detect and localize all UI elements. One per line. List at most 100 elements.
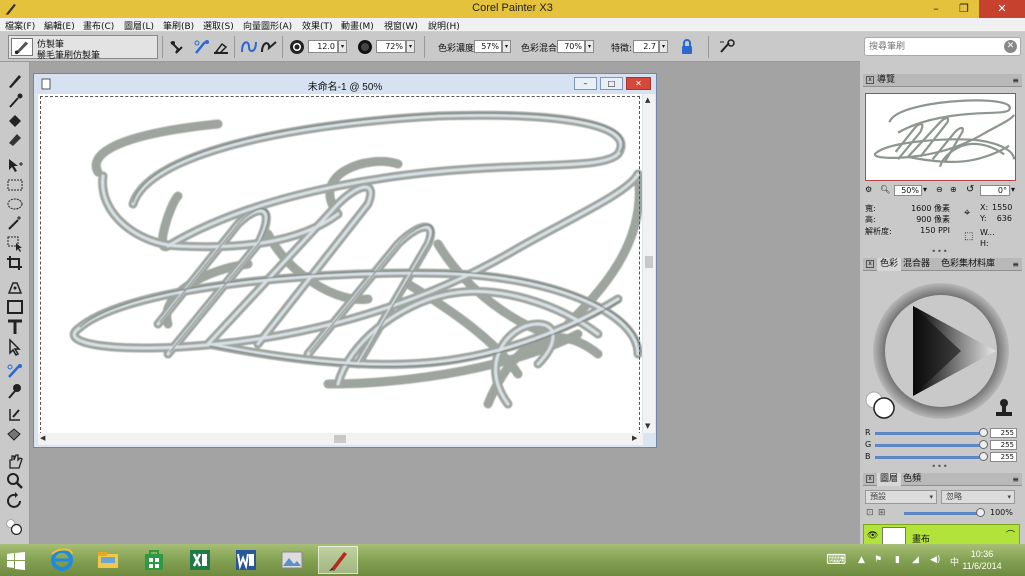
brush-tool-icon[interactable] <box>5 72 25 90</box>
panel-menu-icon[interactable]: ≡ <box>1012 260 1019 269</box>
red-track[interactable] <box>875 432 983 435</box>
resaturation-field[interactable]: 57% <box>474 40 502 53</box>
rectangle-shape-tool-icon[interactable] <box>5 298 25 316</box>
freehand-stroke-icon[interactable] <box>240 38 258 56</box>
navigator-settings-icon[interactable]: ⚙ <box>865 185 872 194</box>
network-icon[interactable]: ◢ <box>912 555 919 565</box>
system-clock[interactable]: 10:36 11/6/2014 <box>957 548 1007 572</box>
paint-bucket-fill-icon[interactable] <box>5 426 25 444</box>
panel-menu-icon[interactable]: ≡ <box>1012 76 1019 85</box>
lasso-tool-icon[interactable] <box>5 196 25 214</box>
pen-tool-icon[interactable] <box>5 278 25 296</box>
rectangular-selection-tool-icon[interactable] <box>5 176 25 194</box>
rotate-page-tool-icon[interactable] <box>5 492 25 510</box>
text-tool-icon[interactable] <box>5 318 25 336</box>
crop-tool-icon[interactable] <box>5 254 25 272</box>
minimize-button[interactable]: – <box>922 0 950 18</box>
menu-file[interactable]: 檔案(F) <box>5 19 35 32</box>
shape-selection-tool-icon[interactable] <box>5 338 25 356</box>
paint-bucket-tool-icon[interactable] <box>5 112 25 130</box>
clear-search-icon[interactable]: ✕ <box>1004 40 1017 53</box>
brush-size-dropdown[interactable]: ▾ <box>338 40 347 53</box>
eraser-tool-icon[interactable] <box>5 130 25 148</box>
layer-adjuster-tool-icon[interactable] <box>5 156 25 174</box>
panel-close-icon[interactable]: x <box>866 260 874 268</box>
menu-shapes[interactable]: 向量圖形(A) <box>243 19 292 32</box>
reset-tool-icon[interactable] <box>168 38 186 56</box>
feature-field[interactable]: 2.7 <box>633 40 659 53</box>
bleed-field[interactable]: 70% <box>557 40 585 53</box>
panel-close-icon[interactable]: x <box>866 76 874 84</box>
panel-menu-icon[interactable]: ≡ <box>1012 475 1019 484</box>
tab-navigator[interactable]: 導覽 <box>877 74 895 87</box>
document-close-button[interactable]: ✕ <box>626 77 651 90</box>
tab-color-set-library[interactable]: 色彩集材料庫 <box>941 258 995 271</box>
vertical-scrollbar[interactable]: ▲ ▼ <box>643 94 655 433</box>
red-value[interactable]: 255 <box>990 428 1017 438</box>
green-track[interactable] <box>875 444 983 447</box>
brush-selector[interactable]: 仿製筆 鬃毛筆刷仿製筆 <box>8 35 158 61</box>
windows-start-icon[interactable] <box>6 551 26 571</box>
feature-dropdown[interactable]: ▾ <box>659 40 668 53</box>
panel-close-icon[interactable]: x <box>866 475 874 483</box>
color-swatches-icon[interactable] <box>4 518 26 540</box>
scroll-right-icon[interactable]: ▶ <box>632 434 637 442</box>
opacity-field[interactable]: 72% <box>376 40 406 53</box>
brush-size-field[interactable]: 12.0 <box>308 40 338 53</box>
navigator-preview[interactable] <box>865 93 1016 181</box>
rotation-dropdown-icon[interactable]: ▾ <box>1011 185 1015 194</box>
brush-search-input[interactable] <box>864 37 1021 56</box>
taskbar-file-explorer[interactable] <box>88 546 128 574</box>
menu-edit[interactable]: 編輯(E) <box>44 19 75 32</box>
rubber-stamp-tool-icon[interactable] <box>5 382 25 400</box>
layer-opacity-value[interactable]: 100% <box>990 508 1013 517</box>
volume-icon[interactable]: ◀) <box>930 555 940 565</box>
menu-layers[interactable]: 圖層(L) <box>124 19 154 32</box>
dodge-tool-icon[interactable] <box>5 406 25 424</box>
layer-opacity-knob[interactable] <box>976 508 985 517</box>
red-slider[interactable]: R 255 <box>865 428 1020 438</box>
battery-icon[interactable]: ▮ <box>895 555 900 565</box>
drawing-canvas[interactable] <box>38 94 642 433</box>
color-swatch-icon[interactable] <box>864 390 896 422</box>
layer-lock-icon[interactable]: ⊡ <box>866 508 874 518</box>
straight-stroke-icon[interactable] <box>260 38 278 56</box>
clone-color-icon[interactable] <box>212 38 230 56</box>
tab-channels[interactable]: 色頻 <box>903 473 921 486</box>
menu-brushes[interactable]: 筆刷(B) <box>163 19 194 32</box>
green-value[interactable]: 255 <box>990 440 1017 450</box>
zoom-field[interactable]: 50% <box>894 185 922 196</box>
menu-movie[interactable]: 動畫(M) <box>341 19 374 32</box>
grabber-hand-tool-icon[interactable] <box>5 452 25 470</box>
zoom-in-icon[interactable]: ⊕ <box>950 185 957 194</box>
tab-layers[interactable]: 圖層 <box>877 473 902 486</box>
tab-color[interactable]: 色彩 <box>877 258 902 271</box>
lock-icon[interactable] <box>678 38 696 56</box>
taskbar-excel[interactable] <box>180 546 220 574</box>
cloner-tool-icon[interactable] <box>5 362 25 380</box>
blue-knob[interactable] <box>979 452 988 461</box>
dropper-tool-icon[interactable] <box>5 92 25 110</box>
document-title-bar[interactable]: 未命名-1 @ 50% – □ ✕ <box>34 74 656 94</box>
magic-wand-tool-icon[interactable] <box>5 214 25 232</box>
menu-select[interactable]: 選取(S) <box>203 19 234 32</box>
tab-mixer[interactable]: 混合器 <box>903 258 930 271</box>
blue-value[interactable]: 255 <box>990 452 1017 462</box>
scroll-left-icon[interactable]: ◀ <box>40 434 45 442</box>
layer-opacity-slider[interactable] <box>904 512 984 515</box>
restore-button[interactable]: ❐ <box>950 0 978 18</box>
composite-method-select[interactable]: 預設 ▾ <box>865 490 937 504</box>
tray-expand-icon[interactable]: ▲ <box>858 555 865 565</box>
brush-tracking-icon[interactable] <box>718 38 736 56</box>
keyboard-icon[interactable]: ⌨ <box>826 552 846 568</box>
resaturation-dropdown[interactable]: ▾ <box>502 40 511 53</box>
menu-canvas[interactable]: 畫布(C) <box>83 19 114 32</box>
zoom-dropdown-icon[interactable]: ▾ <box>923 185 927 194</box>
taskbar-internet-explorer[interactable] <box>42 546 82 574</box>
opacity-dropdown[interactable]: ▾ <box>406 40 415 53</box>
menu-window[interactable]: 視窗(W) <box>384 19 418 32</box>
document-restore-button[interactable]: □ <box>600 77 623 90</box>
document-minimize-button[interactable]: – <box>574 77 597 90</box>
green-slider[interactable]: G 255 <box>865 440 1020 450</box>
menu-effects[interactable]: 效果(T) <box>302 19 333 32</box>
